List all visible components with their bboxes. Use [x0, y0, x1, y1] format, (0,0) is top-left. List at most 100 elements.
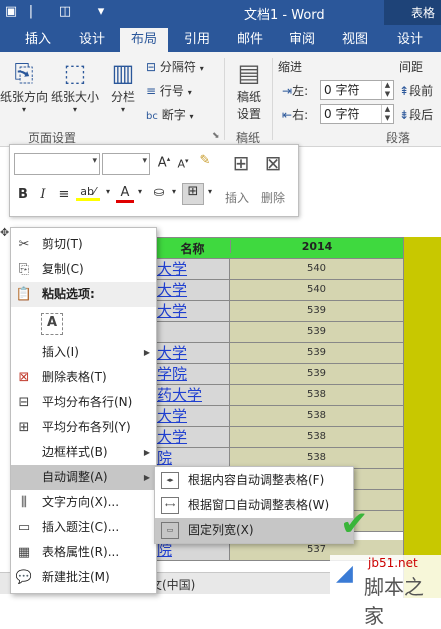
- chevron-down-icon: ▾: [120, 105, 125, 114]
- menu-item-paste-text[interactable]: A: [11, 307, 156, 339]
- spacing-after-icon: ⇟: [399, 108, 410, 122]
- menu-item-distribute-columns[interactable]: ⊞ 平均分布各列(Y): [11, 415, 156, 440]
- grow-font-icon[interactable]: A▴: [156, 155, 172, 170]
- highlight-icon[interactable]: ab⁄: [76, 185, 100, 201]
- chevron-down-icon[interactable]: ▾: [104, 187, 112, 196]
- table-move-handle-icon[interactable]: ✥: [0, 226, 9, 239]
- tab-design[interactable]: 设计: [70, 28, 114, 52]
- menu-item-insert-caption[interactable]: ▭ 插入题注(C)...: [11, 515, 156, 540]
- shading-icon[interactable]: ⛀: [150, 185, 168, 200]
- tab-insert[interactable]: 插入: [16, 28, 60, 52]
- table-row: 大学 540: [155, 280, 403, 301]
- orientation-button[interactable]: ⎘ 纸张方向 ▾: [0, 58, 48, 114]
- menu-item-border-styles[interactable]: 边框样式(B) ▶: [11, 440, 156, 465]
- chevron-down-icon[interactable]: ▾: [136, 187, 144, 196]
- delete-table-icon[interactable]: ⊠: [258, 151, 288, 175]
- shrink-font-icon[interactable]: A▾: [176, 157, 190, 171]
- cell-name[interactable]: 大学: [155, 406, 230, 427]
- spacing-before-row[interactable]: ⇞段前: [399, 82, 433, 99]
- manuscript-button[interactable]: ▤ 稿纸 设置: [229, 58, 269, 122]
- menu-item-insert[interactable]: 插入(I) ▶: [11, 340, 156, 365]
- dialog-launcher-icon[interactable]: ⬊: [212, 131, 220, 141]
- menu-item-text-direction[interactable]: ⫼ 文字方向(X)...: [11, 490, 156, 515]
- table-row: 学院 539: [155, 364, 403, 385]
- spinner-arrows-icon[interactable]: ▲ ▼: [381, 81, 393, 99]
- context-menu: ✂ 剪切(T) ⎘ 复制(C) 📋 粘贴选项: A 插入(I) ▶ ⊠ 删除表格(T) ⊟…: [10, 227, 157, 594]
- cell-value[interactable]: 540: [230, 280, 403, 301]
- print-preview-icon[interactable]: ◫: [56, 2, 74, 22]
- menu-item-table-properties[interactable]: ▦ 表格属性(R)...: [11, 540, 156, 565]
- columns-icon: ▥: [111, 59, 135, 87]
- cell-value[interactable]: 540: [230, 259, 403, 280]
- save-icon[interactable]: ▣: [2, 2, 20, 22]
- tab-review[interactable]: 审阅: [280, 28, 324, 52]
- submenu-item-autofit-contents[interactable]: ◂▸ 根据内容自动调整表格(F): [155, 468, 353, 493]
- italic-icon[interactable]: I: [36, 187, 50, 202]
- cell-value[interactable]: 538: [230, 406, 403, 427]
- insert-table-icon[interactable]: ⊞: [226, 151, 256, 175]
- hyphenation-button[interactable]: bc 断字 ▾: [146, 106, 218, 123]
- table-row: 大学 539: [155, 301, 403, 322]
- cell-name[interactable]: 学院: [155, 364, 230, 385]
- chevron-down-icon: ▾: [199, 64, 204, 73]
- tab-view[interactable]: 视图: [333, 28, 377, 52]
- tab-layout[interactable]: 布局: [120, 28, 168, 52]
- tab-references[interactable]: 引用: [175, 28, 219, 52]
- borders-icon[interactable]: ⊞: [182, 183, 204, 205]
- submenu-item-fixed-column-width[interactable]: ▭ 固定列宽(X): [155, 518, 353, 543]
- breaks-button[interactable]: ⊟ 分隔符 ▾: [146, 58, 218, 75]
- size-button[interactable]: ⬚ 纸张大小 ▾: [50, 58, 100, 114]
- cell-name[interactable]: 大学: [155, 301, 230, 322]
- font-name-combo[interactable]: ▾: [14, 153, 100, 175]
- qat-dropdown-icon[interactable]: ▾: [92, 2, 110, 22]
- autofit-submenu: ◂▸ 根据内容自动调整表格(F) ⟷ 根据窗口自动调整表格(W) ▭ 固定列宽(X): [154, 466, 354, 544]
- menu-item-distribute-rows[interactable]: ⊟ 平均分布各行(N): [11, 390, 156, 415]
- cell-name[interactable]: 大学: [155, 259, 230, 280]
- menu-item-delete-table[interactable]: ⊠ 删除表格(T): [11, 365, 156, 390]
- size-label: 纸张大小: [50, 90, 99, 104]
- bold-icon[interactable]: B: [16, 187, 30, 202]
- cell-name[interactable]: [155, 322, 230, 343]
- scissors-icon: ✂: [18, 237, 30, 252]
- insert-label[interactable]: 插入: [220, 189, 254, 206]
- cell-value[interactable]: 538: [230, 427, 403, 448]
- submenu-item-autofit-window[interactable]: ⟷ 根据窗口自动调整表格(W): [155, 493, 353, 518]
- cell-value[interactable]: 539: [230, 364, 403, 385]
- chevron-down-icon: ▾: [72, 105, 77, 114]
- font-color-icon[interactable]: A: [116, 185, 134, 203]
- tab-table-design[interactable]: 设计: [386, 28, 434, 52]
- menu-item-cut[interactable]: ✂ 剪切(T): [11, 232, 156, 257]
- paragraph-group-label: 段落: [386, 131, 411, 145]
- indent-right-icon: ⇤: [282, 108, 293, 122]
- ribbon-panel: ⎘ 纸张方向 ▾ ⬚ 纸张大小 ▾ ▥ 分栏 ▾ ⊟ 分隔符 ▾ ≡ 行号 ▾ …: [0, 52, 441, 147]
- chevron-down-icon[interactable]: ▾: [170, 187, 178, 196]
- menu-item-autofit[interactable]: 自动调整(A) ▶: [11, 465, 156, 490]
- chevron-down-icon[interactable]: ▾: [206, 187, 214, 196]
- font-size-combo[interactable]: ▾: [102, 153, 150, 175]
- fixed-width-icon: ▭: [161, 522, 179, 539]
- qat-separator-icon: |: [28, 4, 34, 19]
- cell-value[interactable]: 539: [230, 322, 403, 343]
- chevron-down-icon: ▾: [187, 88, 192, 97]
- cell-value[interactable]: 538: [230, 385, 403, 406]
- table-header-row: 名称 2014: [155, 237, 403, 259]
- tab-mailings[interactable]: 邮件: [228, 28, 272, 52]
- line-numbers-button[interactable]: ≡ 行号 ▾: [146, 82, 218, 99]
- cell-value[interactable]: 539: [230, 301, 403, 322]
- cell-name[interactable]: 药大学: [155, 385, 230, 406]
- cell-name[interactable]: 大学: [155, 343, 230, 364]
- center-align-icon[interactable]: ≡: [56, 187, 72, 202]
- indent-left-input[interactable]: 0 字符 ▲ ▼: [320, 80, 394, 100]
- cell-value[interactable]: 539: [230, 343, 403, 364]
- delete-label[interactable]: 删除: [256, 189, 290, 206]
- cell-name[interactable]: 大学: [155, 280, 230, 301]
- cell-name[interactable]: 大学: [155, 427, 230, 448]
- indent-right-input[interactable]: 0 字符 ▲ ▼: [320, 104, 394, 124]
- columns-button[interactable]: ▥ 分栏 ▾: [106, 58, 140, 114]
- spinner-arrows-icon[interactable]: ▲ ▼: [381, 105, 393, 123]
- menu-item-new-comment[interactable]: 💬 新建批注(M): [11, 565, 156, 590]
- format-painter-icon[interactable]: ✎: [196, 153, 214, 168]
- menu-item-copy[interactable]: ⎘ 复制(C): [11, 257, 156, 282]
- watermark-brand: 脚本之家: [364, 575, 424, 628]
- spacing-after-row[interactable]: ⇟段后: [399, 106, 433, 123]
